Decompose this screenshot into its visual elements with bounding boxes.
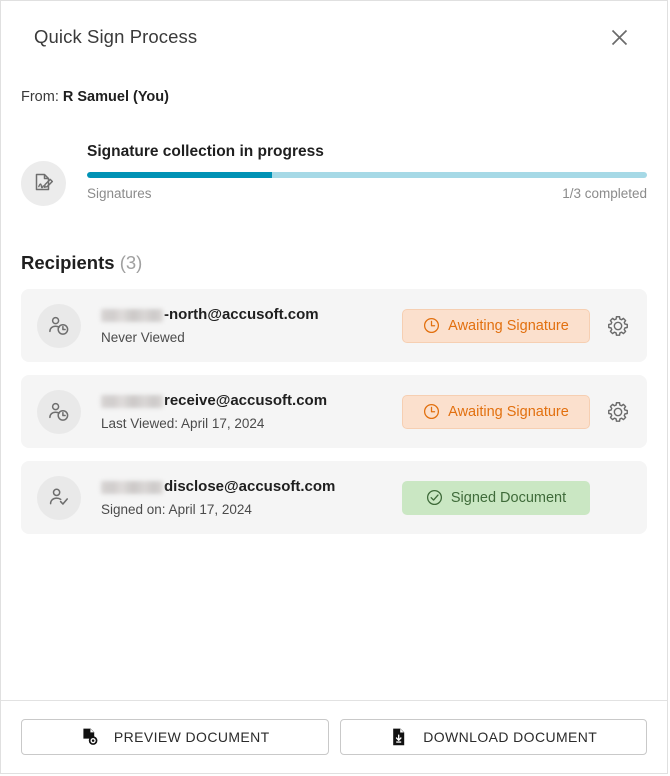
recipient-email-line: receive@accusoft.com — [101, 392, 402, 410]
recipients-heading-label: Recipients — [21, 252, 115, 273]
status-badge: Signed Document — [402, 480, 590, 515]
status-badge-label: Signed Document — [450, 489, 567, 506]
recipient-status-subtext: Never Viewed — [101, 330, 185, 345]
redacted-email-prefix — [101, 480, 163, 494]
dialog-footer: PREVIEW DOCUMENT DOWNLOAD DOCUMENT — [1, 700, 667, 773]
recipient-row[interactable]: -north@accusoft.com Never Viewed Awaiting … — [21, 289, 647, 362]
recipient-details: receive@accusoft.com Last Viewed: April 1… — [101, 392, 402, 431]
recipient-email-line: disclose@accusoft.com — [101, 478, 402, 496]
download-document-label: DOWNLOAD DOCUMENT — [423, 729, 598, 745]
recipient-list: -north@accusoft.com Never Viewed Awaiting … — [21, 289, 647, 534]
clock-icon — [424, 403, 440, 420]
page-title: Quick Sign Process — [34, 26, 198, 47]
person-clock-icon — [49, 316, 69, 335]
document-eye-icon — [83, 728, 98, 745]
recipient-status-subtext: Last Viewed: April 17, 2024 — [101, 416, 265, 431]
quick-sign-dialog: Quick Sign Process From: R Samuel (You) — [0, 0, 668, 774]
avatar — [37, 475, 81, 520]
dialog-body: From: R Samuel (You) Signature collectio… — [1, 73, 667, 700]
avatar — [37, 303, 81, 348]
recipient-settings-button[interactable] — [603, 397, 633, 427]
redacted-email-prefix — [101, 308, 163, 322]
recipient-email-line: -north@accusoft.com — [101, 306, 402, 324]
status-badge: Awaiting Signature — [402, 308, 590, 343]
close-button[interactable] — [602, 20, 636, 54]
gear-icon — [608, 401, 628, 422]
clock-icon — [424, 317, 440, 334]
status-badge: Awaiting Signature — [402, 394, 590, 429]
progress-bar-fill — [87, 172, 272, 178]
from-value: R Samuel (You) — [62, 89, 169, 105]
progress-block: Signature collection in progress Signatu… — [21, 143, 647, 206]
progress-meta: Signatures 1/3 completed — [87, 186, 647, 201]
status-badge-label: Awaiting Signature — [448, 403, 569, 420]
recipient-settings-button[interactable] — [603, 311, 633, 341]
recipient-email: receive@accusoft.com — [164, 392, 328, 409]
progress-track-label: Signatures — [87, 186, 152, 201]
person-clock-icon — [49, 402, 69, 421]
recipient-row[interactable]: disclose@accusoft.com Signed on: April 17… — [21, 461, 647, 534]
check-circle-icon — [426, 489, 442, 506]
recipient-details: disclose@accusoft.com Signed on: April 17… — [101, 478, 402, 517]
status-badge-label: Awaiting Signature — [448, 317, 569, 334]
progress-bar — [87, 172, 647, 178]
person-check-icon — [49, 488, 68, 505]
recipient-email: -north@accusoft.com — [164, 306, 319, 323]
preview-document-label: PREVIEW DOCUMENT — [113, 729, 270, 745]
dialog-header: Quick Sign Process — [1, 1, 667, 73]
recipients-heading: Recipients (3) — [21, 252, 647, 274]
from-label: From: — [21, 89, 59, 105]
avatar — [37, 389, 81, 434]
recipient-status-subtext: Signed on: April 17, 2024 — [101, 502, 252, 517]
recipient-details: -north@accusoft.com Never Viewed — [101, 306, 402, 345]
recipient-row[interactable]: receive@accusoft.com Last Viewed: April 1… — [21, 375, 647, 448]
progress-title: Signature collection in progress — [87, 143, 324, 160]
progress-avatar — [21, 161, 66, 206]
document-download-icon — [393, 728, 405, 746]
redacted-email-prefix — [101, 394, 163, 408]
preview-document-button[interactable]: PREVIEW DOCUMENT — [21, 719, 329, 755]
recipient-email: disclose@accusoft.com — [164, 478, 336, 495]
recipients-count: (3) — [119, 252, 143, 273]
download-document-button[interactable]: DOWNLOAD DOCUMENT — [339, 719, 647, 755]
gear-icon — [608, 315, 628, 336]
settings-placeholder — [603, 483, 633, 513]
document-signature-icon — [35, 173, 53, 190]
close-icon — [611, 29, 627, 45]
progress-details: Signature collection in progress Signatu… — [87, 143, 647, 201]
progress-completed-label: 1/3 completed — [562, 186, 647, 201]
from-line: From: R Samuel (You) — [21, 89, 647, 105]
